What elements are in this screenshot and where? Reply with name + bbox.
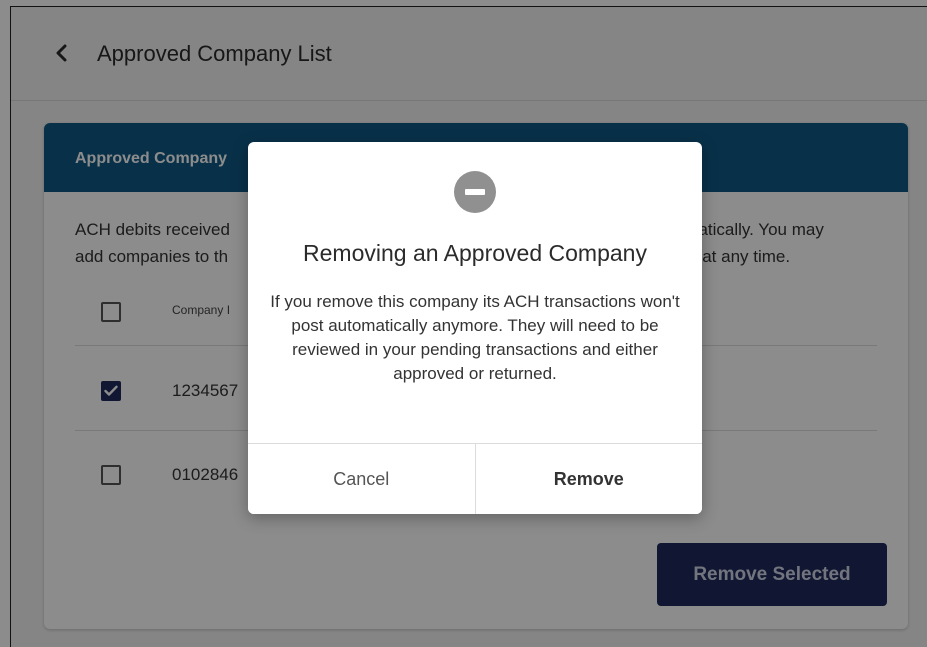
dialog-actions: Cancel Remove [248,443,702,514]
minus-circle-icon [454,171,496,213]
remove-button[interactable]: Remove [475,444,702,514]
remove-company-dialog: Removing an Approved Company If you remo… [248,142,702,514]
dialog-message: If you remove this company its ACH trans… [270,292,680,383]
dialog-title: Removing an Approved Company [303,240,647,266]
cancel-button[interactable]: Cancel [248,444,476,514]
